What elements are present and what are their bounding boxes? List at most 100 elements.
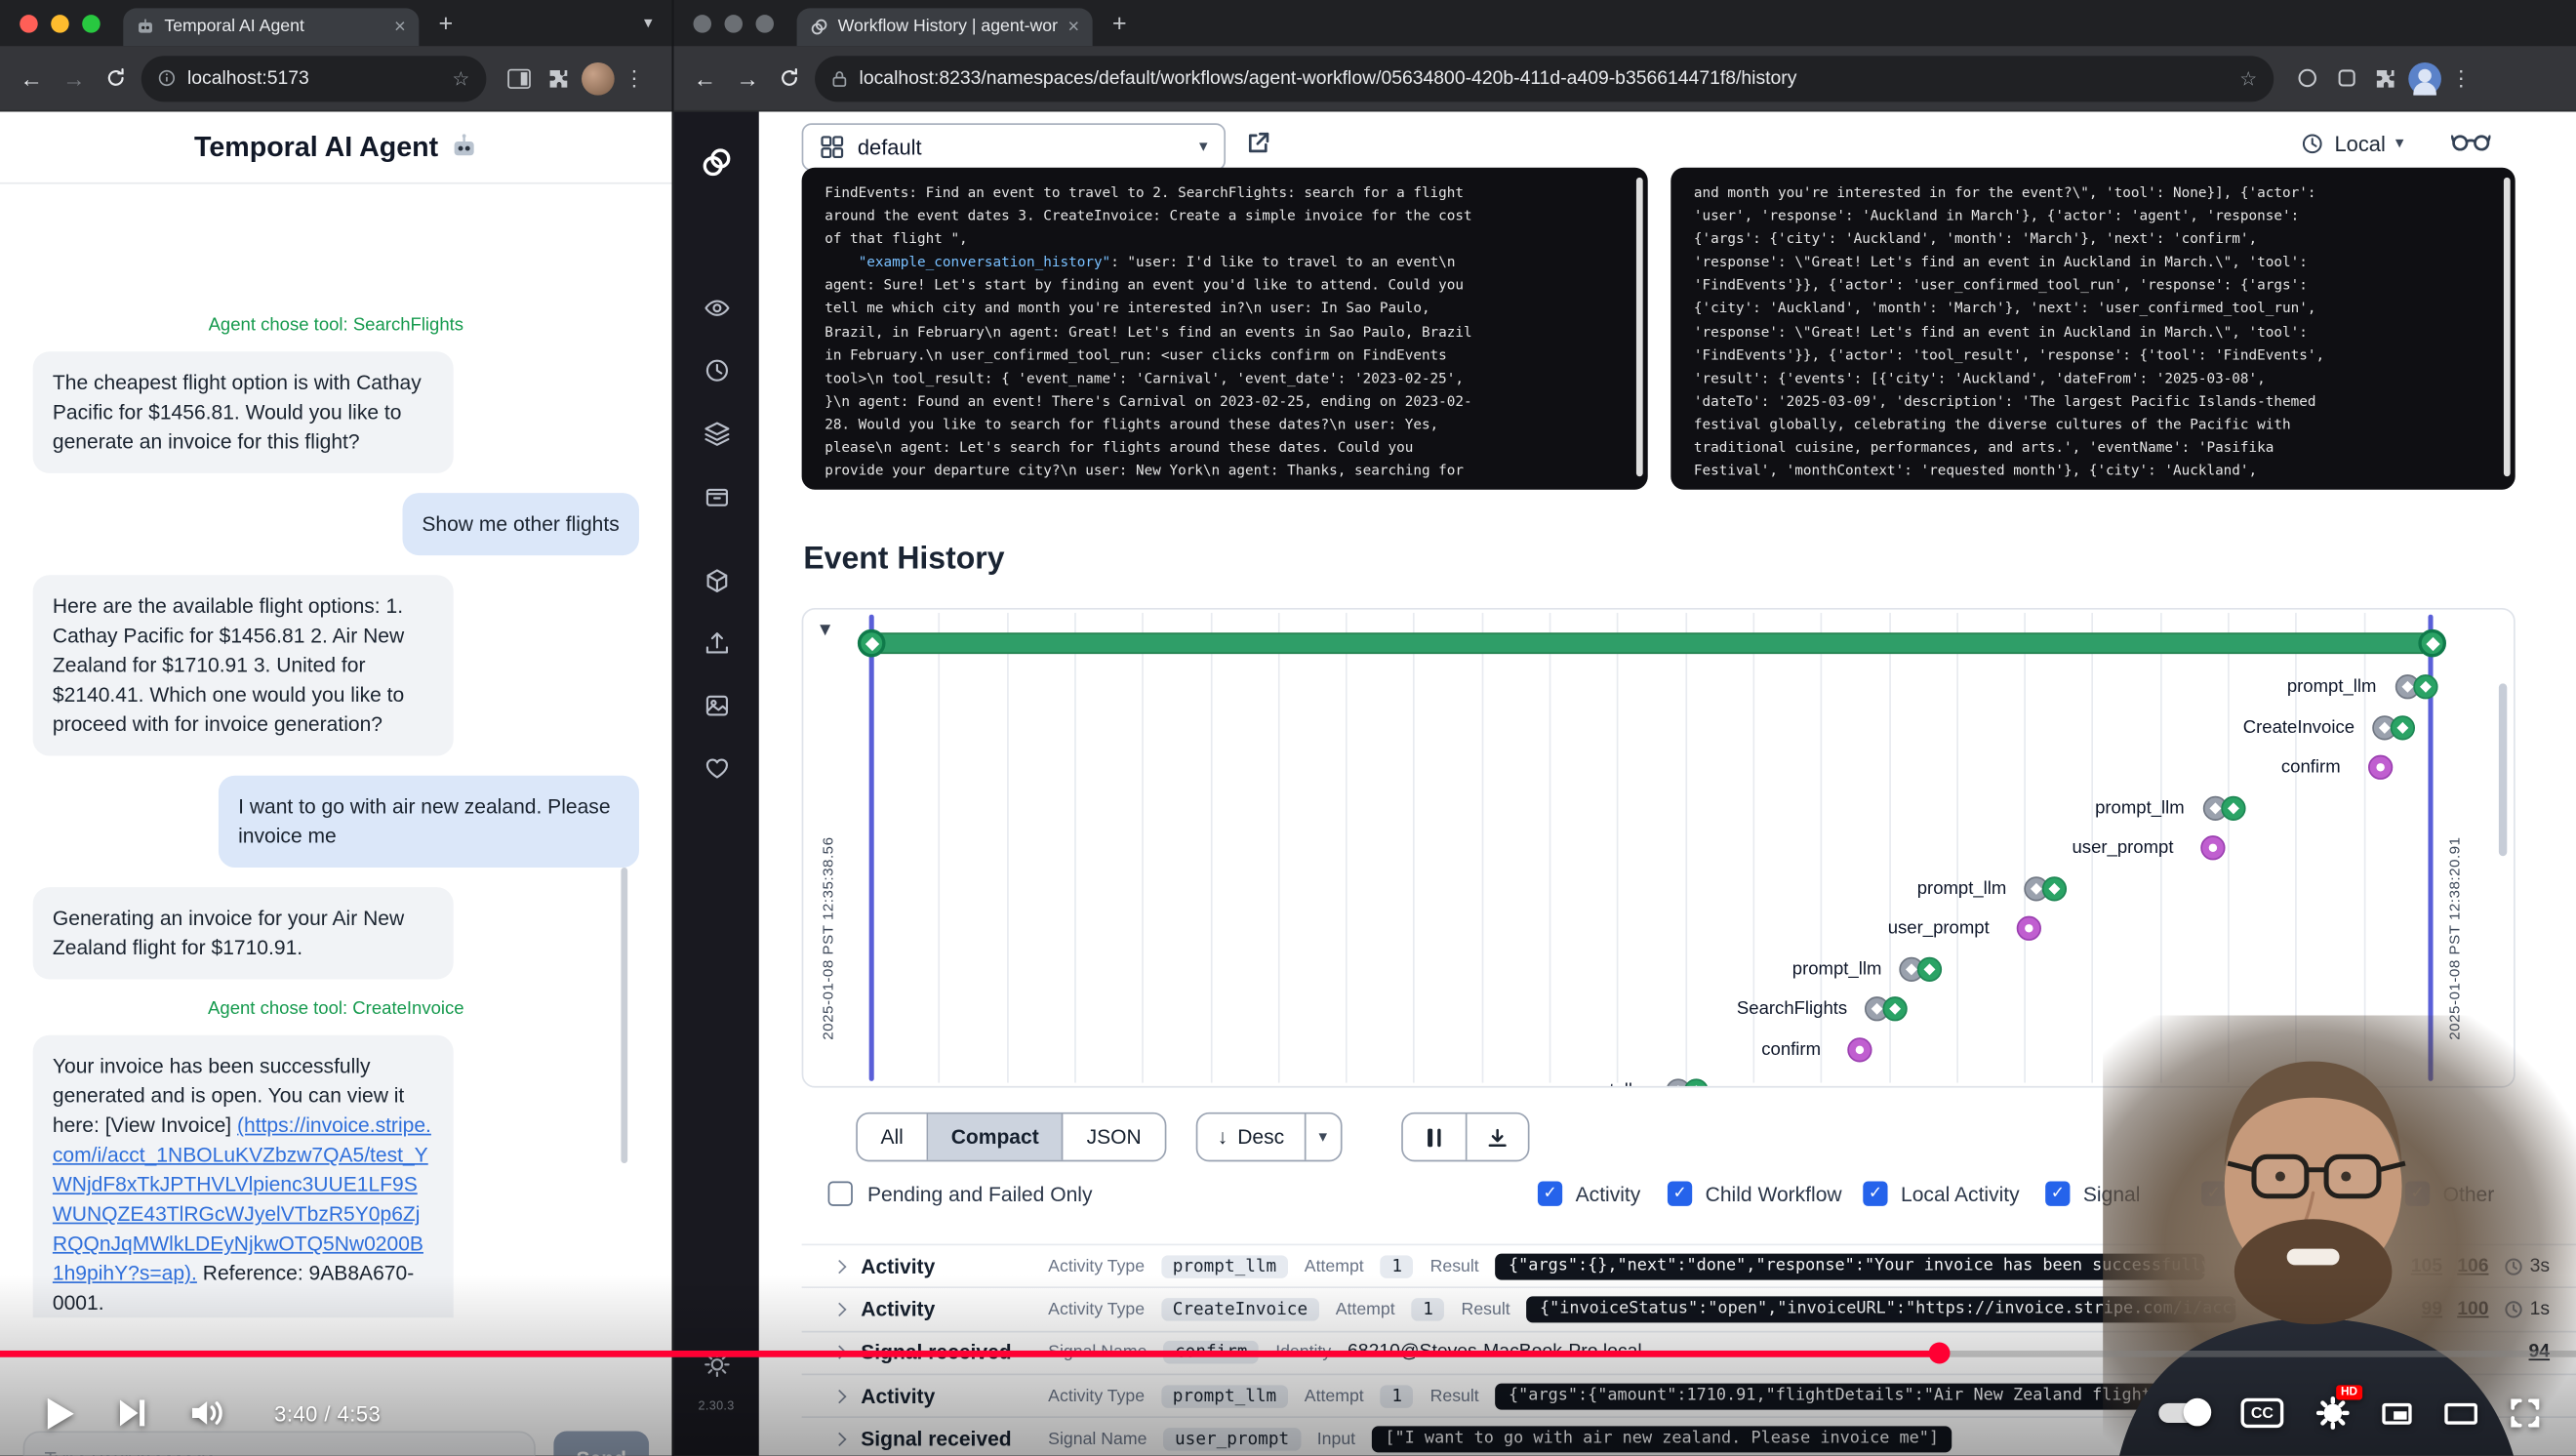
- input-payload-panel[interactable]: FindEvents: Find an event to travel to 2…: [802, 168, 1648, 490]
- profile-avatar[interactable]: [2405, 61, 2444, 95]
- code-scrollbar[interactable]: [2504, 178, 2511, 476]
- expand-chevron-icon[interactable]: [831, 1346, 844, 1358]
- back-button[interactable]: ←: [683, 65, 726, 92]
- filter-checkbox-activity[interactable]: ✓Activity: [1538, 1182, 1640, 1206]
- address-bar[interactable]: localhost:5173 ☆: [141, 55, 487, 101]
- timeline-event-markers-prompt_llm[interactable]: [2397, 674, 2434, 699]
- extension-icon-1[interactable]: [2287, 67, 2326, 89]
- timeline-event-markers-prompt_llm[interactable]: [1903, 956, 1939, 981]
- view-tab-json[interactable]: JSON: [1064, 1114, 1164, 1160]
- event-row[interactable]: ActivityActivity TypeCreateInvoiceAttemp…: [802, 1287, 2576, 1330]
- event-result-chip[interactable]: ["I want to go with air new zealand. Ple…: [1372, 1426, 1952, 1452]
- browser-menu-icon[interactable]: ⋮: [2444, 65, 2477, 92]
- code-scrollbar[interactable]: [1636, 178, 1643, 476]
- event-id-link[interactable]: 106: [2457, 1256, 2488, 1275]
- filter-checkbox-local-activity[interactable]: ✓Local Activity: [1863, 1182, 2019, 1206]
- labs-glasses-icon[interactable]: [2451, 132, 2490, 153]
- filter-checkbox-timer[interactable]: ✓Timer: [2201, 1182, 2291, 1206]
- forward-button[interactable]: →: [726, 65, 769, 92]
- address-bar[interactable]: localhost:8233/namespaces/default/workfl…: [815, 55, 2274, 101]
- event-id-link[interactable]: 99: [2421, 1300, 2442, 1319]
- nav-batch-icon[interactable]: [695, 473, 738, 516]
- checkbox-checked[interactable]: ✓: [1538, 1182, 1562, 1206]
- event-id-link[interactable]: 100: [2457, 1300, 2488, 1319]
- tab-temporal-ai-agent[interactable]: Temporal AI Agent ×: [123, 8, 419, 46]
- zoom-window-icon[interactable]: [82, 14, 101, 32]
- extension-icon-2[interactable]: [2326, 67, 2365, 89]
- timeline-event-markers-SearchFlights[interactable]: [1869, 997, 1905, 1022]
- namespace-select[interactable]: default ▾: [802, 123, 1226, 171]
- tab-search-icon[interactable]: ▾: [644, 14, 652, 32]
- view-tab-compact[interactable]: Compact: [928, 1114, 1064, 1160]
- tab-close-icon[interactable]: ×: [1067, 17, 1079, 36]
- nav-nexus-icon[interactable]: [695, 558, 738, 601]
- timeline-event-markers-user_prompt[interactable]: [2020, 916, 2038, 941]
- sort-order-button[interactable]: ↓Desc ▾: [1196, 1112, 1342, 1162]
- filter-checkbox-signal[interactable]: ✓Signal: [2045, 1182, 2140, 1206]
- workflow-duration-bar[interactable]: [870, 632, 2431, 654]
- pending-failed-checkbox[interactable]: Pending and Failed Only: [828, 1182, 1093, 1206]
- nav-deployments-icon[interactable]: [695, 411, 738, 454]
- nav-feedback-heart-icon[interactable]: [695, 746, 738, 789]
- expand-chevron-icon[interactable]: [831, 1303, 844, 1315]
- timeline-event-markers-prompt_llm[interactable]: [2028, 876, 2064, 901]
- timeline-collapse-icon[interactable]: ▾: [820, 616, 830, 642]
- expand-chevron-icon[interactable]: [831, 1390, 844, 1402]
- close-window-icon[interactable]: [694, 14, 712, 32]
- site-info-icon[interactable]: [158, 69, 177, 88]
- timeline-event-markers-prompt_llm[interactable]: [1669, 1077, 1705, 1087]
- bookmark-star-icon[interactable]: ☆: [2239, 66, 2257, 90]
- minimize-window-icon[interactable]: [51, 14, 69, 32]
- expand-chevron-icon[interactable]: [831, 1433, 844, 1445]
- invoice-link[interactable]: (https://invoice.stripe.com/i/acct_1NBOL…: [53, 1114, 431, 1285]
- event-row[interactable]: Signal receivedSignal Nameuser_promptInp…: [802, 1417, 2576, 1456]
- side-panel-icon[interactable]: [500, 68, 539, 88]
- pause-button[interactable]: [1403, 1114, 1466, 1160]
- temporal-logo-icon[interactable]: [695, 142, 738, 184]
- profile-avatar[interactable]: [579, 61, 618, 95]
- new-tab-button[interactable]: +: [439, 9, 454, 37]
- event-id-link[interactable]: 94: [2529, 1343, 2551, 1362]
- checkbox-checked[interactable]: ✓: [1668, 1182, 1692, 1206]
- event-result-chip[interactable]: {"args":{"amount":1710.91,"flightDetails…: [1496, 1383, 2165, 1409]
- message-input[interactable]: [23, 1431, 536, 1455]
- traffic-lights[interactable]: [20, 14, 100, 32]
- new-tab-button[interactable]: +: [1112, 9, 1127, 37]
- minimize-window-icon[interactable]: [724, 14, 743, 32]
- filter-checkbox-child-workflow[interactable]: ✓Child Workflow: [1668, 1182, 1842, 1206]
- view-tab-all[interactable]: All: [858, 1114, 928, 1160]
- event-result-chip[interactable]: {"args":{},"next":"done","response":"You…: [1496, 1253, 2205, 1279]
- checkbox-unchecked[interactable]: [828, 1182, 853, 1206]
- nav-schedules-icon[interactable]: [695, 348, 738, 391]
- timeline-scrollbar[interactable]: [2499, 683, 2507, 856]
- expand-chevron-icon[interactable]: [831, 1260, 844, 1273]
- checkbox-checked[interactable]: ✓: [2405, 1182, 2430, 1206]
- nav-workflows-icon[interactable]: [695, 286, 738, 329]
- nav-import-icon[interactable]: [695, 621, 738, 664]
- time-zone-select[interactable]: Local ▾: [2300, 132, 2403, 156]
- extensions-puzzle-icon[interactable]: [539, 66, 578, 90]
- browser-menu-icon[interactable]: ⋮: [618, 65, 651, 92]
- sort-chevron-icon[interactable]: ▾: [1306, 1114, 1340, 1160]
- extensions-puzzle-icon[interactable]: [2365, 66, 2404, 90]
- reload-button[interactable]: [769, 67, 808, 89]
- bookmark-star-icon[interactable]: ☆: [452, 66, 469, 90]
- close-window-icon[interactable]: [20, 14, 38, 32]
- filter-checkbox-other[interactable]: ✓Other: [2405, 1182, 2494, 1206]
- tab-close-icon[interactable]: ×: [394, 17, 406, 36]
- reload-button[interactable]: [96, 67, 135, 89]
- event-row[interactable]: ActivityActivity Typeprompt_llmAttempt1R…: [802, 1373, 2576, 1416]
- event-row[interactable]: Signal receivedSignal NameconfirmIdentit…: [802, 1330, 2576, 1373]
- send-button[interactable]: Send: [553, 1431, 649, 1455]
- checkbox-checked[interactable]: ✓: [1863, 1182, 1887, 1206]
- checkbox-checked[interactable]: ✓: [2201, 1182, 2226, 1206]
- nav-archival-icon[interactable]: [695, 683, 738, 726]
- traffic-lights-inactive[interactable]: [694, 14, 775, 32]
- timeline-event-markers-user_prompt[interactable]: [2204, 835, 2223, 860]
- tab-workflow-history[interactable]: Workflow History | agent-wor ×: [797, 8, 1093, 46]
- timeline-event-markers-confirm[interactable]: [2371, 755, 2390, 780]
- open-in-new-icon[interactable]: [1245, 130, 1271, 156]
- workflow-start-marker[interactable]: [858, 629, 886, 658]
- chat-scrollbar[interactable]: [621, 868, 627, 1163]
- timeline-event-markers-prompt_llm[interactable]: [2206, 795, 2242, 820]
